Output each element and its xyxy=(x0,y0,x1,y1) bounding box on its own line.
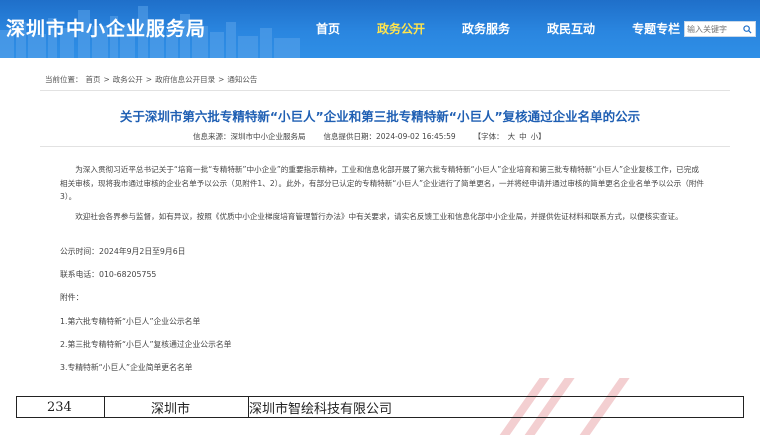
attachment-link-3[interactable]: 3.专精特新“小巨人”企业简单更名名单 xyxy=(60,362,192,373)
nav-government-affairs[interactable]: 政务公开 xyxy=(377,20,425,40)
site-title[interactable]: 深圳市中小企业服务局 xyxy=(6,14,206,41)
breadcrumb-item-gov-affairs[interactable]: 政务公开 xyxy=(113,75,143,84)
row-city: 深圳市 xyxy=(105,397,249,417)
article-date: 信息提供日期：2024-09-02 16:45:59 xyxy=(323,132,456,141)
search-icon[interactable] xyxy=(741,22,753,36)
font-size-close: 】 xyxy=(538,132,546,141)
article-source: 信息来源：深圳市中小企业服务局 xyxy=(193,132,306,141)
breadcrumb-separator: > xyxy=(103,75,110,84)
breadcrumb-item-info-directory[interactable]: 政府信息公开目录 xyxy=(155,75,215,84)
article-paragraph-2: 欢迎社会各界参与监督，如有异议，按照《优质中小企业梯度培育管理暂行办法》中有关要… xyxy=(75,212,683,221)
row-company: 深圳市智绘科技有限公司 xyxy=(249,401,393,417)
nav-government-services[interactable]: 政务服务 xyxy=(462,20,510,40)
font-size-medium[interactable]: 中 xyxy=(519,131,527,142)
nav-public-interaction[interactable]: 政民互动 xyxy=(547,20,595,40)
site-header: 深圳市中小企业服务局 首页 政务公开 政务服务 政民互动 专题专栏 xyxy=(0,0,760,58)
attachment-link-1[interactable]: 1.第六批专精特新“小巨人”企业公示名单 xyxy=(60,316,200,327)
breadcrumb-separator: > xyxy=(218,75,225,84)
nav-home[interactable]: 首页 xyxy=(316,20,340,40)
breadcrumb-item-home[interactable]: 首页 xyxy=(86,75,101,84)
search-input[interactable] xyxy=(685,22,741,36)
list-excerpt: 234 深圳市 深圳市智绘科技有限公司 xyxy=(0,378,760,435)
nav-special-topics[interactable]: 专题专栏 xyxy=(632,20,680,40)
attachment-link-2[interactable]: 2.第三批专精特新“小巨人”复核通过企业公示名单 xyxy=(60,339,231,350)
article-panel: 当前位置： 首页 > 政务公开 > 政府信息公开目录 > 通知公告 关于深圳市第六批专精特新“… xyxy=(0,58,760,378)
font-size-label: 【字体： xyxy=(473,132,504,141)
breadcrumb-separator: > xyxy=(145,75,153,84)
divider xyxy=(40,90,730,91)
article-meta: 信息来源：深圳市中小企业服务局 信息提供日期：2024-09-02 16:45:… xyxy=(193,131,546,142)
row-index: 234 xyxy=(17,397,105,417)
breadcrumb: 当前位置： 首页 > 政务公开 > 政府信息公开目录 > 通知公告 xyxy=(45,74,260,85)
font-size-large[interactable]: 大 xyxy=(508,131,516,142)
notice-period: 公示时间：2024年9月2日至9月6日 xyxy=(60,247,186,256)
article-paragraph-1: 为深入贯彻习近平总书记关于“培育一批“专精特新”中小企业”的重要指示精神，工业和… xyxy=(60,165,705,201)
main-nav: 首页 政务公开 政务服务 政民互动 专题专栏 xyxy=(316,20,717,40)
contact-phone: 联系电话：010-68205755 xyxy=(60,270,157,279)
breadcrumb-item-notices[interactable]: 通知公告 xyxy=(227,75,257,84)
attachments-label: 附件： xyxy=(60,293,84,302)
table-row: 234 深圳市 深圳市智绘科技有限公司 xyxy=(16,396,744,418)
divider xyxy=(40,146,730,147)
font-size-small[interactable]: 小 xyxy=(531,131,539,142)
search-box xyxy=(684,21,756,37)
article-title: 关于深圳市第六批专精特新“小巨人”企业和第三批专精特新“小巨人”复核通过企业名单… xyxy=(119,109,641,124)
breadcrumb-label: 当前位置： xyxy=(45,75,83,84)
